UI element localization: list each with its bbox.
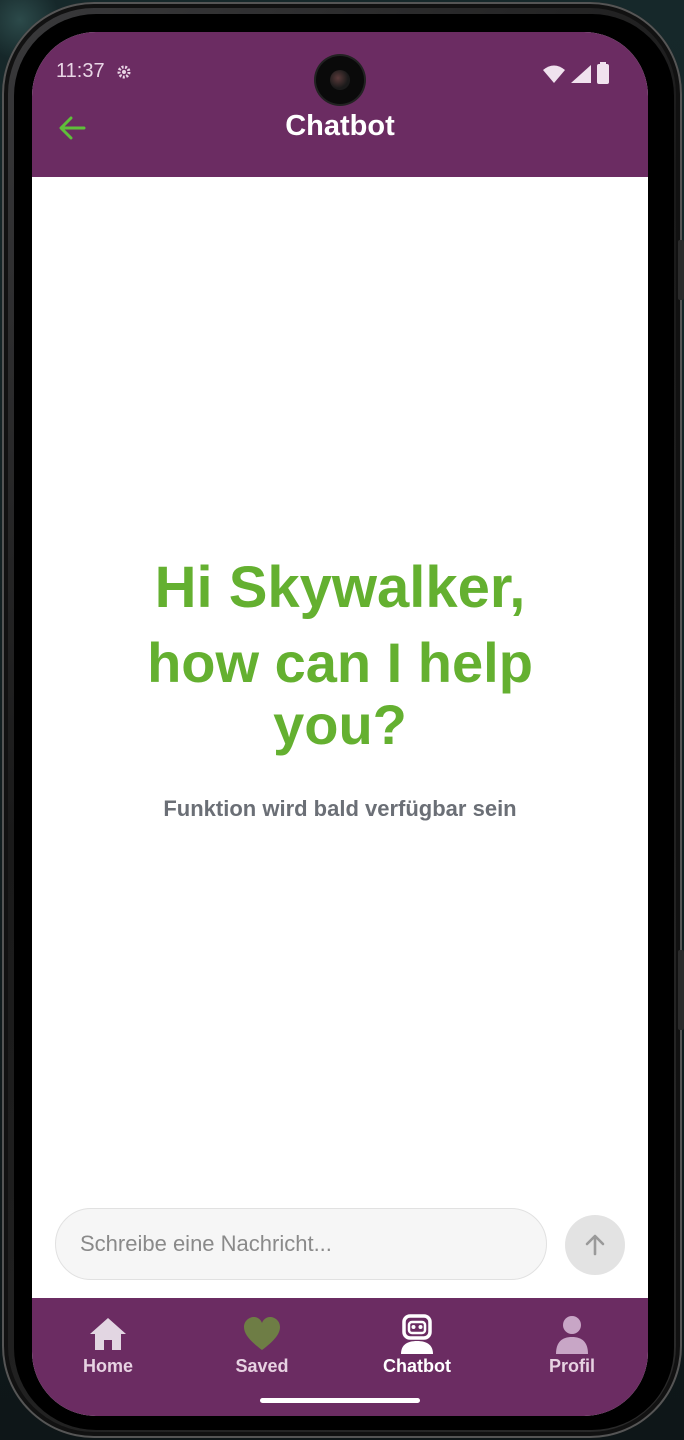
coming-soon-notice: Funktion wird bald verfügbar sein <box>163 796 517 821</box>
nav-label-chatbot: Chatbot <box>383 1356 451 1376</box>
nav-item-profil[interactable]: Profil <box>512 1314 632 1377</box>
robot-icon <box>401 1314 433 1354</box>
battery-icon <box>597 62 609 84</box>
page-title: Chatbot <box>285 110 395 142</box>
power-button <box>678 950 684 1030</box>
settings-notification-icon <box>117 65 131 79</box>
greeting-question: how can I help you? <box>147 631 533 756</box>
nav-label-profil: Profil <box>548 1356 595 1376</box>
home-indicator[interactable] <box>260 1398 420 1403</box>
nav-item-home[interactable]: Home <box>48 1314 168 1377</box>
message-input[interactable] <box>56 1209 546 1279</box>
heart-icon <box>244 1317 280 1350</box>
nav-label-home: Home <box>82 1356 133 1376</box>
status-time: 11:37 <box>56 60 105 82</box>
home-icon <box>90 1318 126 1350</box>
person-icon <box>556 1316 588 1354</box>
app-screen: 11:37 Chatbot Hi Skywalker, how can I he… <box>32 32 648 1416</box>
message-composer <box>55 1208 547 1280</box>
volume-button <box>678 240 684 300</box>
greeting-title: Hi Skywalker, <box>154 555 526 620</box>
arrow-up-icon <box>585 1234 605 1256</box>
send-button[interactable] <box>565 1215 625 1275</box>
app-header: 11:37 Chatbot <box>32 32 648 177</box>
front-camera <box>316 56 364 104</box>
welcome-section: Hi Skywalker, how can I help you? Funkti… <box>32 552 648 822</box>
nav-item-saved[interactable]: Saved <box>202 1314 322 1377</box>
nav-label-saved: Saved <box>235 1356 289 1376</box>
status-icons <box>542 62 610 84</box>
nav-item-chatbot[interactable]: Chatbot <box>357 1314 477 1377</box>
cellular-signal-icon <box>571 65 591 83</box>
wifi-icon <box>543 65 565 83</box>
